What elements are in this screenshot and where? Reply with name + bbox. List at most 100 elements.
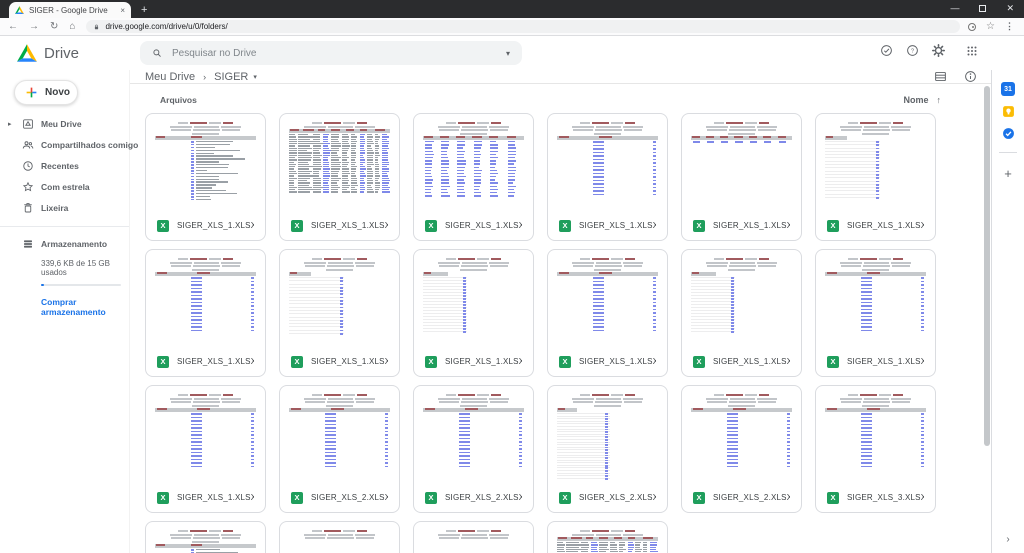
file-card[interactable]: X SIGER_XLS_1.XLSX <box>547 249 668 377</box>
file-card[interactable]: X SIGER_XLS_1.XLSX <box>279 249 400 377</box>
file-card[interactable]: X SIGER_XLS_2.XLSX <box>547 385 668 513</box>
file-card[interactable]: X SIGER_XLS_1.XLSX <box>145 385 266 513</box>
collapse-panel-chevron-icon[interactable]: › <box>992 534 1024 545</box>
files-grid: X SIGER_XLS_1.XLSX X SIGER_XLS_1.XLSX X … <box>130 113 991 553</box>
search-bar[interactable]: ▾ <box>140 41 522 65</box>
info-icon[interactable] <box>964 70 977 83</box>
file-card[interactable]: X SIGER_XLS_3.XLSX <box>815 385 936 513</box>
excel-file-icon: X <box>827 492 839 504</box>
help-icon[interactable]: ? <box>906 44 919 57</box>
breadcrumb-current-folder[interactable]: SIGER <box>214 71 248 83</box>
file-card[interactable]: X SIGER_XLS_1.XLSX <box>145 113 266 241</box>
file-card[interactable]: X SIGER_XLS_1.XLSX <box>681 249 802 377</box>
file-thumbnail <box>280 250 399 347</box>
file-card[interactable]: X SIGER_XLS_1.XLSX <box>279 113 400 241</box>
close-button[interactable]: ✕ <box>1006 3 1014 13</box>
file-card[interactable]: X SIGER_XLS_1.XLSX <box>815 113 936 241</box>
toolbar-extension-icon[interactable] <box>968 23 976 31</box>
recent-icon <box>22 160 34 172</box>
file-thumbnail <box>414 114 533 211</box>
browser-titlebar: SIGER - Google Drive × + — ✕ <box>0 0 1024 18</box>
add-addon-icon[interactable]: + <box>1004 166 1012 181</box>
sort-ascending-icon[interactable]: ↑ <box>937 95 942 105</box>
expand-arrow-icon[interactable]: ▸ <box>8 120 12 128</box>
search-input[interactable] <box>172 48 496 59</box>
apps-grid-icon[interactable] <box>966 45 978 57</box>
lock-icon <box>93 23 100 31</box>
buy-storage-link[interactable]: Comprar armazenamento <box>41 297 129 317</box>
new-tab-button[interactable]: + <box>141 4 147 16</box>
file-name: SIGER_XLS_1.XLSX <box>445 357 522 366</box>
breadcrumb: Meu Drive › SIGER ▾ <box>130 70 991 84</box>
excel-file-icon: X <box>425 492 437 504</box>
file-card-footer: X SIGER_XLS_1.XLSX <box>280 211 399 240</box>
tasks-icon[interactable] <box>1002 127 1015 140</box>
drive-logo[interactable]: Drive <box>17 44 79 62</box>
section-label: Arquivos <box>160 95 197 105</box>
list-view-icon[interactable] <box>934 70 947 83</box>
search-options-caret-icon[interactable]: ▾ <box>506 49 510 58</box>
file-card[interactable]: X <box>145 521 266 553</box>
file-thumbnail <box>414 386 533 483</box>
folder-menu-caret-icon[interactable]: ▾ <box>253 73 257 81</box>
new-button[interactable]: Novo <box>14 80 78 105</box>
breadcrumb-separator-icon: › <box>203 72 206 82</box>
sidebar-item-label: Compartilhados comigo <box>41 140 138 150</box>
tab-close-icon[interactable]: × <box>120 6 125 15</box>
sidebar-item-meu-drive[interactable]: ▸ Meu Drive <box>0 113 129 134</box>
file-name: SIGER_XLS_1.XLSX <box>445 221 522 230</box>
file-card[interactable]: X SIGER_XLS_2.XLSX <box>681 385 802 513</box>
sidebar-item-lixeira[interactable]: ▸ Lixeira <box>0 197 129 218</box>
file-card-footer: X SIGER_XLS_2.XLSX <box>548 483 667 512</box>
file-card[interactable]: X <box>547 521 668 553</box>
sort-label[interactable]: Nome <box>903 95 928 105</box>
sidebar-item-recentes[interactable]: ▸ Recentes <box>0 155 129 176</box>
file-name: SIGER_XLS_2.XLSX <box>445 493 522 502</box>
file-card[interactable]: X SIGER_XLS_2.XLSX <box>279 385 400 513</box>
sidebar-item-storage[interactable]: Armazenamento <box>0 233 129 254</box>
sidebar-item-label: Armazenamento <box>41 239 107 249</box>
starred-icon <box>22 181 34 193</box>
keep-icon[interactable] <box>1002 105 1015 118</box>
minimize-button[interactable]: — <box>950 3 959 13</box>
offline-status-icon[interactable] <box>880 44 893 57</box>
sort-control[interactable]: Nome ↑ <box>903 95 941 105</box>
file-card[interactable]: X <box>413 521 534 553</box>
file-thumbnail <box>280 386 399 483</box>
home-icon[interactable]: ⌂ <box>69 21 75 32</box>
calendar-icon[interactable]: 31 <box>1001 82 1015 96</box>
file-name: SIGER_XLS_2.XLSX <box>579 493 656 502</box>
app-name: Drive <box>44 45 79 62</box>
file-name: SIGER_XLS_1.XLSX <box>847 357 924 366</box>
sidebar-nav: ▸ Meu Drive ▸ Compartilhados comigo ▸ Re… <box>0 113 129 218</box>
url-text: drive.google.com/drive/u/0/folders/ <box>105 22 227 31</box>
sidebar-item-com-estrela[interactable]: ▸ Com estrela <box>0 176 129 197</box>
file-card[interactable]: X SIGER_XLS_1.XLSX <box>145 249 266 377</box>
settings-gear-icon[interactable] <box>932 44 945 57</box>
file-card[interactable]: X SIGER_XLS_1.XLSX <box>547 113 668 241</box>
bookmark-star-icon[interactable]: ☆ <box>986 21 995 32</box>
file-card[interactable]: X SIGER_XLS_2.XLSX <box>413 385 534 513</box>
sidebar-item-compartilhados-comigo[interactable]: ▸ Compartilhados comigo <box>0 134 129 155</box>
file-card[interactable]: X SIGER_XLS_1.XLSX <box>413 249 534 377</box>
breadcrumb-root[interactable]: Meu Drive <box>145 71 195 83</box>
forward-icon[interactable]: → <box>29 21 39 32</box>
file-card[interactable]: X SIGER_XLS_1.XLSX <box>413 113 534 241</box>
vertical-scrollbar[interactable] <box>984 86 990 446</box>
file-card-footer: X SIGER_XLS_1.XLSX <box>146 211 265 240</box>
file-card-footer: X SIGER_XLS_2.XLSX <box>682 483 801 512</box>
browser-menu-icon[interactable]: ⋮ <box>1005 21 1014 32</box>
back-icon[interactable]: ← <box>8 21 18 32</box>
restore-button[interactable] <box>979 5 986 12</box>
file-card[interactable]: X <box>279 521 400 553</box>
search-icon <box>152 48 162 58</box>
file-thumbnail <box>816 386 935 483</box>
url-bar[interactable]: drive.google.com/drive/u/0/folders/ <box>86 20 960 33</box>
file-card-footer: X SIGER_XLS_2.XLSX <box>280 483 399 512</box>
file-name: SIGER_XLS_1.XLSX <box>579 357 656 366</box>
file-card[interactable]: X SIGER_XLS_1.XLSX <box>815 249 936 377</box>
browser-tab[interactable]: SIGER - Google Drive × <box>9 2 131 18</box>
reload-icon[interactable]: ↻ <box>50 21 58 32</box>
file-card[interactable]: X SIGER_XLS_1.XLSX <box>681 113 802 241</box>
my-drive-icon <box>22 118 34 130</box>
